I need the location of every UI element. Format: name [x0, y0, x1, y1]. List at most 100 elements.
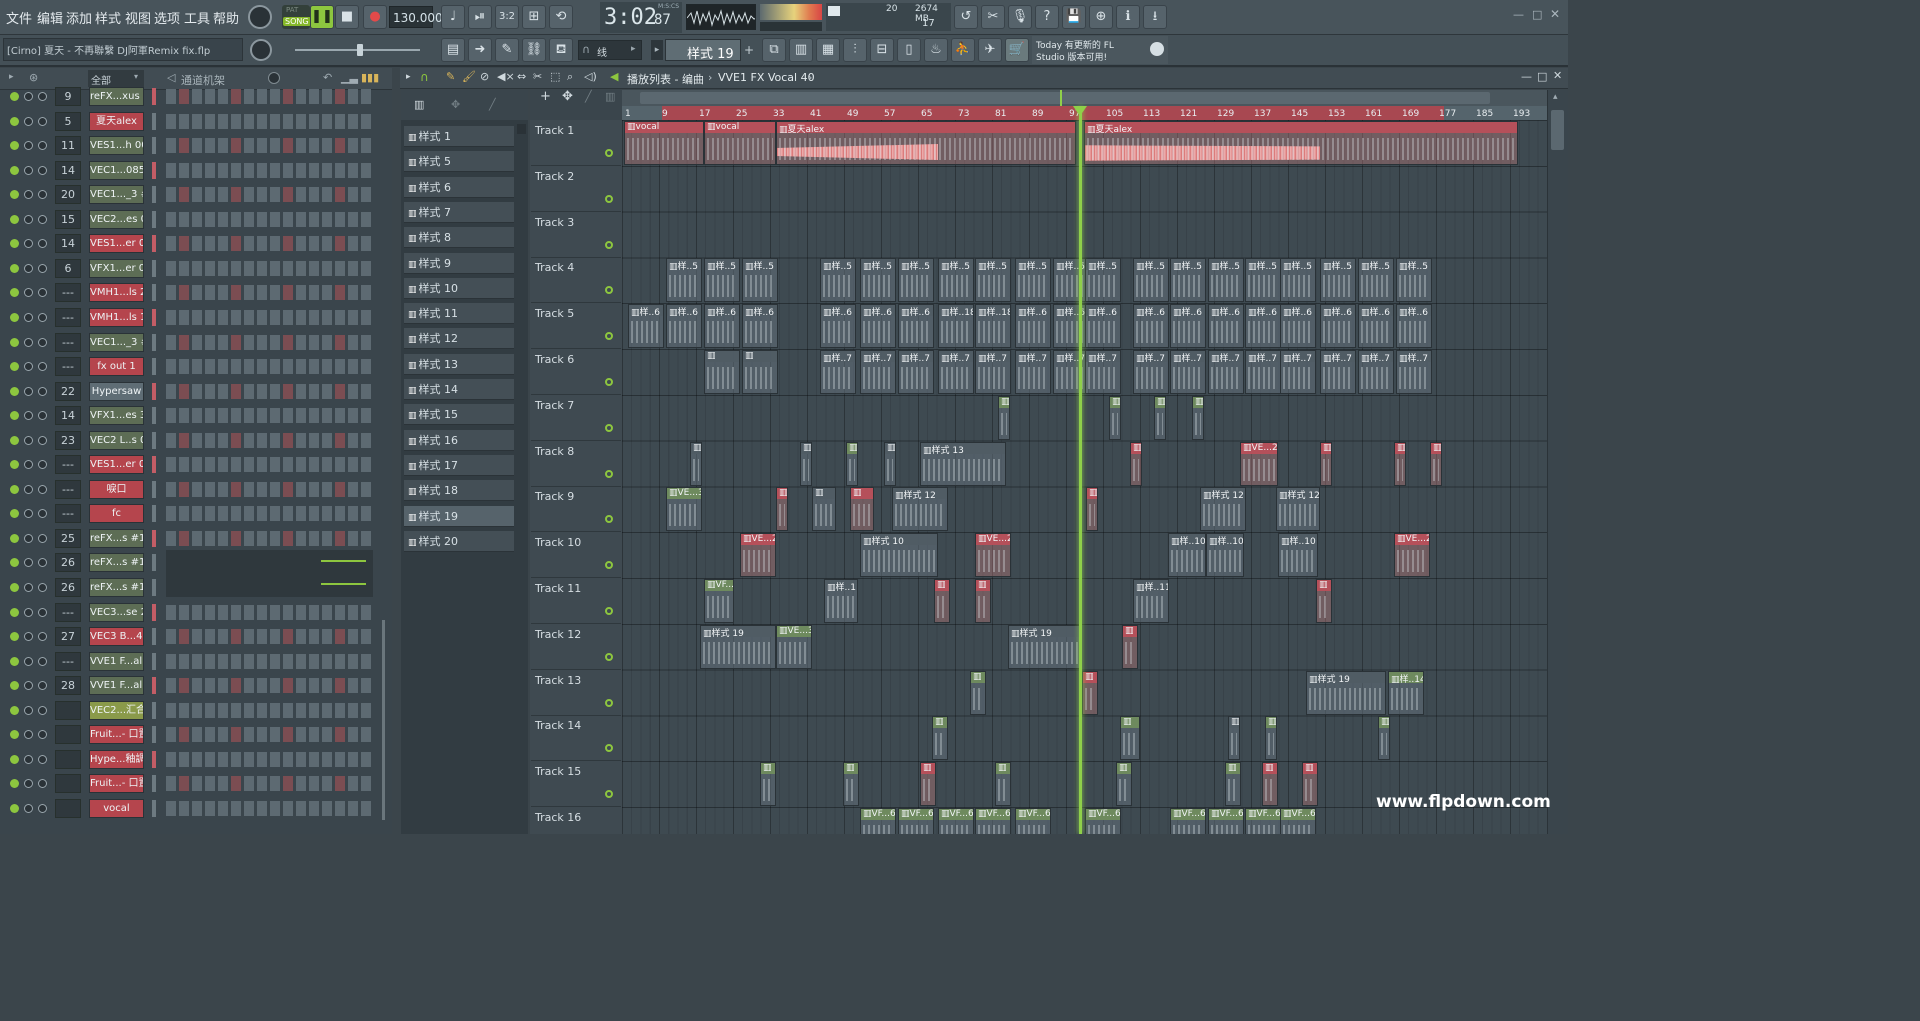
- channel-name-button[interactable]: 夏天alex: [89, 111, 144, 131]
- mixer-track-number[interactable]: [55, 798, 81, 818]
- playlist-clip[interactable]: ▥样..5: [898, 258, 934, 303]
- playlist-clip[interactable]: ▥vocal: [704, 121, 776, 165]
- playlist-clip[interactable]: ▥样..7: [1396, 350, 1432, 394]
- channel-enable-led[interactable]: [10, 656, 19, 666]
- save-icon[interactable]: 💾: [1062, 5, 1086, 29]
- playlist-clip[interactable]: ▥VF...6: [860, 808, 896, 834]
- channel-row[interactable]: 5 夏天alex: [0, 109, 392, 134]
- track-header[interactable]: Track 9: [531, 487, 621, 533]
- playlist-close-button[interactable]: ✕: [1553, 69, 1562, 82]
- playlist-clip[interactable]: ▥: [800, 441, 812, 486]
- pattern-item[interactable]: ▥ 样式 16: [404, 429, 514, 451]
- tempo-display[interactable]: 130.000: [389, 6, 443, 28]
- track-mute-led[interactable]: [605, 469, 613, 478]
- menu-item-3[interactable]: 样式: [95, 8, 121, 27]
- track-header[interactable]: Track 1: [531, 121, 621, 166]
- playlist-clip[interactable]: ▥样..14: [1388, 670, 1424, 715]
- channel-select-indicator[interactable]: [152, 603, 156, 621]
- swing-knob[interactable]: [268, 72, 280, 84]
- channel-row[interactable]: 15 VEC2...es 041: [0, 207, 392, 232]
- step-sequencer-row[interactable]: [166, 751, 372, 767]
- playlist-clip[interactable]: ▥样..7: [1085, 350, 1121, 394]
- track-header[interactable]: Track 7: [531, 396, 621, 441]
- track-header[interactable]: Track 14: [531, 716, 621, 762]
- playlist-clip[interactable]: ▥: [1262, 762, 1278, 807]
- track-mute-led[interactable]: [605, 332, 613, 341]
- file-icon[interactable]: ▯: [897, 38, 921, 62]
- mixer-track-number[interactable]: ---: [55, 504, 81, 524]
- mixer-faders-icon[interactable]: ⫶: [843, 38, 867, 62]
- playlist-clip[interactable]: ▥样..18: [938, 304, 974, 349]
- channel-row[interactable]: 14 VFX1...es 36: [0, 403, 392, 428]
- shop-cart-icon[interactable]: 🛒: [1005, 38, 1029, 62]
- channel-select-indicator[interactable]: [152, 186, 156, 204]
- playlist-clip[interactable]: ▥: [1086, 487, 1098, 532]
- channel-name-button[interactable]: VEC2 L..s 089: [89, 430, 144, 450]
- channel-select-indicator[interactable]: [152, 112, 156, 130]
- plugin-icon[interactable]: ♨: [924, 38, 948, 62]
- channel-enable-led[interactable]: [10, 362, 19, 372]
- pause-button[interactable]: ❚❚: [310, 5, 334, 29]
- menu-item-0[interactable]: 文件: [6, 8, 32, 27]
- mixer-track-number[interactable]: ---: [55, 651, 81, 671]
- playlist-clip[interactable]: ▥: [742, 350, 778, 394]
- channel-volume-knob[interactable]: [38, 656, 47, 666]
- playback-tool-icon[interactable]: ◁): [584, 70, 597, 83]
- channel-enable-led[interactable]: [10, 214, 19, 224]
- playlist-clip[interactable]: ▥样..7: [975, 350, 1011, 394]
- playlist-clip[interactable]: ▥样..6: [628, 304, 664, 349]
- mixer-track-number[interactable]: 9: [55, 87, 81, 106]
- channel-rack-icon[interactable]: ▥: [789, 38, 813, 62]
- channel-pan-knob[interactable]: [24, 165, 33, 175]
- channel-select-indicator[interactable]: [152, 750, 156, 768]
- channel-name-button[interactable]: VEC1..._3 #3: [89, 185, 144, 205]
- channel-pan-knob[interactable]: [24, 92, 33, 101]
- step-sequencer-row[interactable]: [166, 604, 372, 620]
- playlist-clip[interactable]: ▥样..6: [1245, 304, 1281, 349]
- song-time-display[interactable]: 3:02 87 M:S:CS: [600, 2, 682, 33]
- channel-select-indicator[interactable]: [152, 628, 156, 646]
- overview-strip[interactable]: [622, 90, 1547, 106]
- slider-handle[interactable]: [357, 44, 363, 56]
- channel-row[interactable]: 14 VES1...er 082: [0, 231, 392, 256]
- channel-select-indicator[interactable]: [152, 505, 156, 523]
- channel-enable-led[interactable]: [10, 681, 19, 691]
- cut-icon[interactable]: ✂: [981, 5, 1005, 29]
- channel-volume-knob[interactable]: [38, 116, 47, 126]
- track-mute-led[interactable]: [605, 286, 613, 295]
- playlist-clip[interactable]: ▥: [843, 762, 859, 807]
- channel-enable-led[interactable]: [10, 509, 19, 519]
- playlist-clip[interactable]: ▥: [850, 487, 874, 532]
- track-header[interactable]: Track 15: [531, 762, 621, 808]
- pattern-item[interactable]: ▥ 样式 12: [404, 328, 514, 350]
- playlist-clip[interactable]: ▥: [1394, 441, 1406, 486]
- track-header[interactable]: Track 3: [531, 213, 621, 258]
- move-icon[interactable]: ✥: [562, 89, 573, 104]
- channel-volume-knob[interactable]: [38, 239, 47, 249]
- playlist-clip[interactable]: ▥样式 10: [860, 533, 938, 578]
- step-sequencer-row[interactable]: [166, 383, 372, 399]
- channel-row[interactable]: 27 VEC3 B...4 #2: [0, 624, 392, 649]
- playlist-clip[interactable]: ▥样..6: [666, 304, 702, 349]
- channel-pan-knob[interactable]: [24, 533, 33, 543]
- playlist-clip[interactable]: ▥样式 13: [920, 441, 1006, 486]
- slip-tool-icon[interactable]: ⇔: [517, 70, 526, 83]
- slice-tool-icon[interactable]: ✂: [533, 70, 542, 83]
- playlist-clip[interactable]: ▥样..5: [1170, 258, 1206, 303]
- channel-select-indicator[interactable]: [152, 775, 156, 793]
- channel-row[interactable]: --- VEC1..._3 #2: [0, 330, 392, 355]
- step-sequencer-row[interactable]: [166, 506, 372, 522]
- channel-pan-knob[interactable]: [24, 607, 33, 617]
- channel-volume-knob[interactable]: [38, 362, 47, 372]
- step-sequencer-row[interactable]: [166, 408, 372, 424]
- undo-icon[interactable]: ↶: [323, 71, 332, 84]
- save-new-version-icon[interactable]: ⊕: [1089, 5, 1113, 29]
- step-sequencer-row[interactable]: [166, 309, 372, 325]
- playlist-clip[interactable]: ▥: [998, 395, 1010, 440]
- playlist-clip[interactable]: ▥VE...26: [1394, 533, 1430, 578]
- mixer-track-number[interactable]: ---: [55, 307, 81, 327]
- playlist-clip[interactable]: ▥VF...6: [938, 808, 974, 834]
- mixer-track-number[interactable]: 15: [55, 209, 81, 229]
- channel-volume-knob[interactable]: [38, 730, 47, 740]
- playlist-clip[interactable]: ▥: [1082, 670, 1098, 715]
